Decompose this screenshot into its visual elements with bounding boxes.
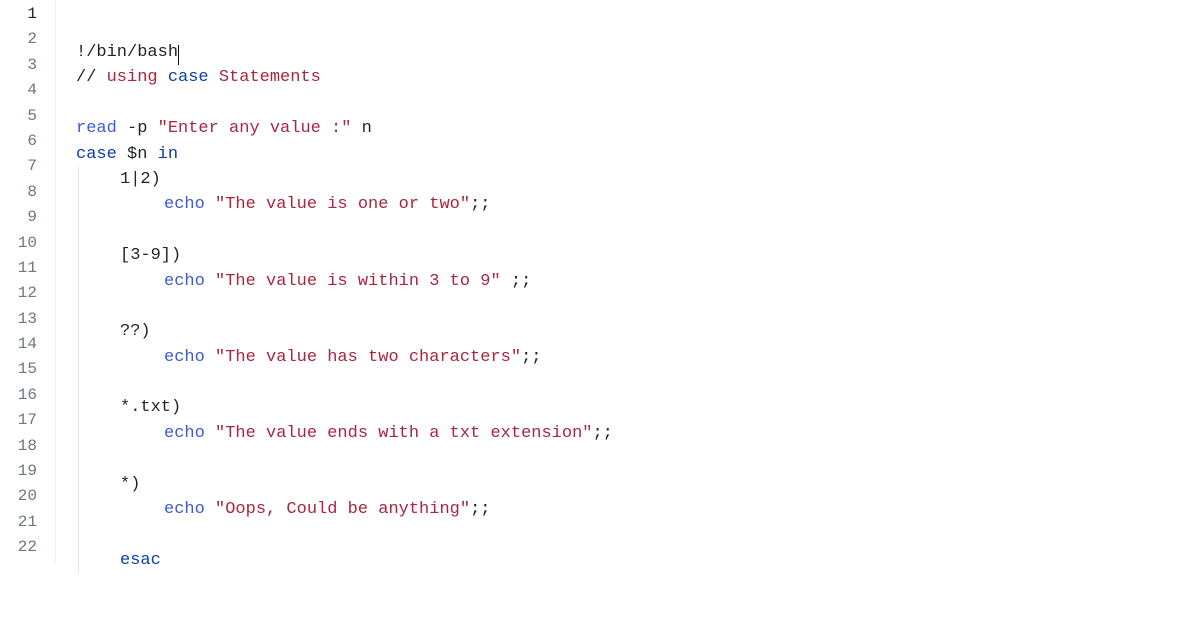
code-line[interactable]: read -p "Enter any value :" n — [76, 116, 1200, 141]
code-line[interactable] — [76, 218, 1200, 243]
line-number: 6 — [0, 129, 55, 154]
line-number: 20 — [0, 484, 55, 509]
code-token: ;; — [470, 195, 490, 214]
code-token: ;; — [501, 272, 532, 291]
code-token — [205, 424, 215, 443]
code-token — [158, 68, 168, 87]
line-number-gutter: 12345678910111213141516171819202122 — [0, 0, 56, 562]
code-token: ;; — [521, 348, 541, 367]
code-token: using — [107, 68, 158, 87]
code-token: "Enter any value :" — [158, 119, 352, 138]
code-line[interactable]: *) — [76, 472, 1200, 497]
code-line[interactable] — [76, 446, 1200, 471]
code-line[interactable]: !/bin/bash — [76, 40, 1200, 65]
code-token: -p — [117, 119, 158, 138]
line-number: 7 — [0, 154, 55, 179]
line-number: 4 — [0, 78, 55, 103]
code-token: ??) — [120, 322, 151, 341]
code-token: "The value is one or two" — [215, 195, 470, 214]
line-number: 10 — [0, 231, 55, 256]
line-number: 13 — [0, 307, 55, 332]
code-token: "The value ends with a txt extension" — [215, 424, 592, 443]
code-line[interactable]: ??) — [76, 319, 1200, 344]
line-number: 8 — [0, 180, 55, 205]
line-number: 16 — [0, 383, 55, 408]
code-line[interactable]: echo "The value has two characters";; — [76, 345, 1200, 370]
indent-guide — [78, 167, 79, 573]
code-line[interactable] — [76, 294, 1200, 319]
code-line[interactable]: echo "The value is within 3 to 9" ;; — [76, 269, 1200, 294]
line-number: 15 — [0, 357, 55, 382]
code-token: echo — [164, 500, 205, 519]
code-line[interactable] — [76, 91, 1200, 116]
code-line[interactable]: echo "The value is one or two";; — [76, 192, 1200, 217]
code-token: echo — [164, 272, 205, 291]
code-token — [205, 348, 215, 367]
code-token: 1|2) — [120, 170, 161, 189]
code-token: // — [76, 68, 107, 87]
code-line[interactable] — [76, 522, 1200, 547]
code-token: ;; — [592, 424, 612, 443]
code-token: read — [76, 119, 117, 138]
line-number: 3 — [0, 53, 55, 78]
code-token: "Oops, Could be anything" — [215, 500, 470, 519]
code-line[interactable]: [3-9]) — [76, 243, 1200, 268]
line-number: 17 — [0, 408, 55, 433]
code-line[interactable]: *.txt) — [76, 395, 1200, 420]
code-area[interactable]: !/bin/bash // using case Statements read -… — [56, 0, 1200, 562]
code-line[interactable]: esac — [76, 548, 1200, 573]
code-token: [3-9]) — [120, 246, 181, 265]
code-token: in — [158, 145, 178, 164]
code-token: case — [168, 68, 209, 87]
code-token: ;; — [470, 500, 490, 519]
code-token: esac — [120, 551, 161, 570]
code-token — [205, 272, 215, 291]
line-number: 11 — [0, 256, 55, 281]
code-token: Statements — [219, 68, 321, 87]
code-token: !/bin/bash — [76, 43, 178, 62]
line-number: 12 — [0, 281, 55, 306]
code-token: n — [351, 119, 371, 138]
code-token — [205, 500, 215, 519]
code-line[interactable]: case $n in — [76, 142, 1200, 167]
code-line[interactable]: echo "The value ends with a txt extensio… — [76, 421, 1200, 446]
code-token: case — [76, 145, 117, 164]
code-token: $n — [117, 145, 158, 164]
code-token: echo — [164, 195, 205, 214]
line-number: 21 — [0, 510, 55, 535]
code-line[interactable] — [76, 573, 1200, 598]
line-number: 1 — [0, 2, 55, 27]
line-number: 18 — [0, 434, 55, 459]
code-token: echo — [164, 348, 205, 367]
code-token: *) — [120, 475, 140, 494]
code-line[interactable]: echo "Oops, Could be anything";; — [76, 497, 1200, 522]
code-token: "The value has two characters" — [215, 348, 521, 367]
code-token — [209, 68, 219, 87]
code-line[interactable]: // using case Statements — [76, 65, 1200, 90]
line-number: 2 — [0, 27, 55, 52]
code-token: echo — [164, 424, 205, 443]
line-number: 19 — [0, 459, 55, 484]
code-editor[interactable]: 12345678910111213141516171819202122 !/bi… — [0, 0, 1200, 562]
code-line[interactable] — [76, 370, 1200, 395]
code-line[interactable]: 1|2) — [76, 167, 1200, 192]
line-number: 5 — [0, 104, 55, 129]
text-cursor — [178, 45, 179, 65]
code-token: "The value is within 3 to 9" — [215, 272, 501, 291]
line-number: 14 — [0, 332, 55, 357]
line-number: 9 — [0, 205, 55, 230]
line-number: 22 — [0, 535, 55, 560]
code-token — [205, 195, 215, 214]
code-token: *.txt) — [120, 398, 181, 417]
